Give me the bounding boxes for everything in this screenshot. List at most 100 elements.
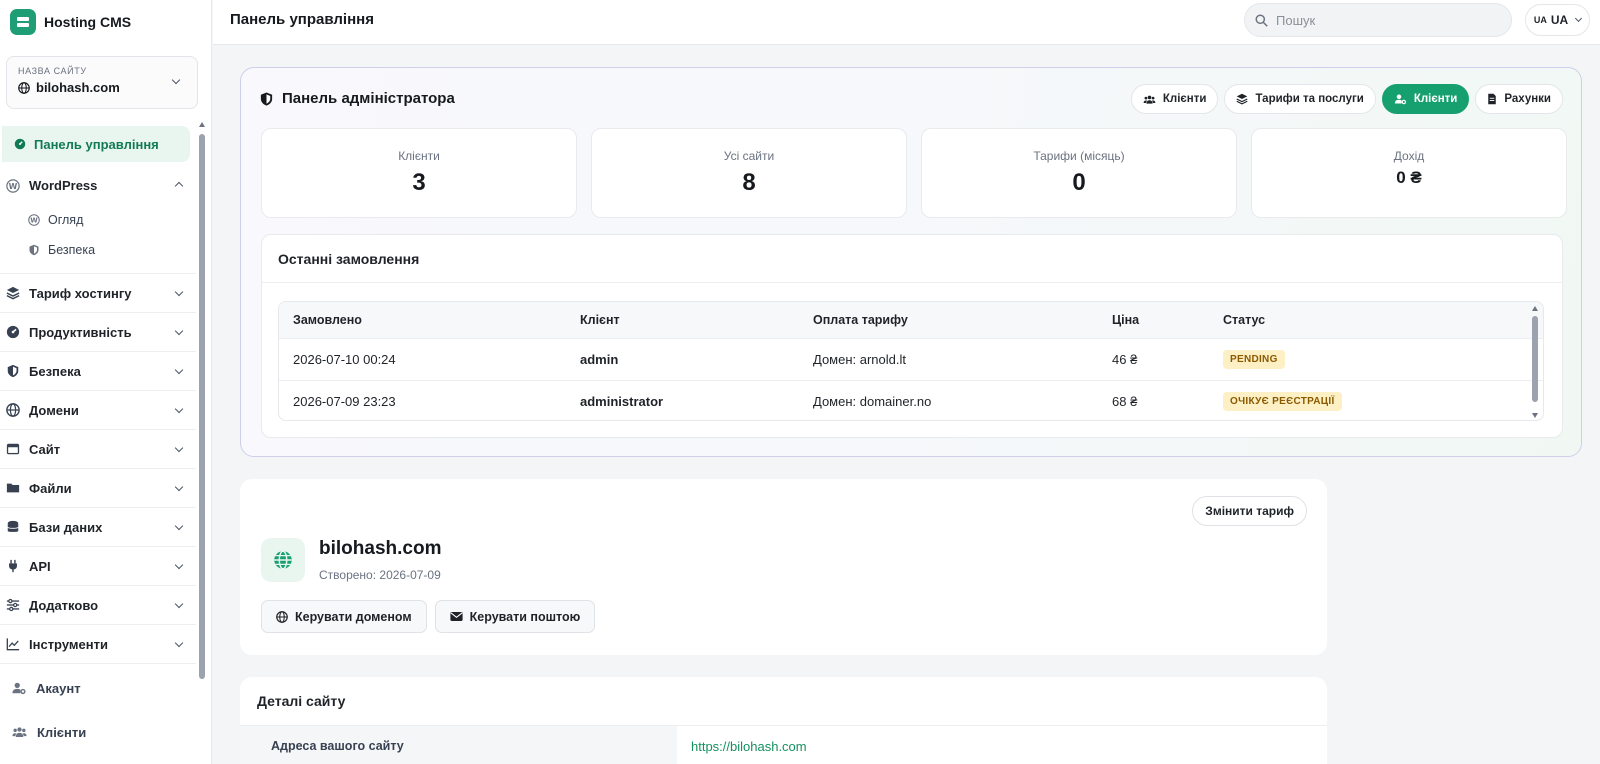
globe-icon xyxy=(18,81,30,94)
manage-domain-label: Керувати доменом xyxy=(295,609,412,624)
sidebar-item-label: Додатково xyxy=(29,597,99,613)
language-switcher[interactable]: UA UA xyxy=(1525,4,1590,36)
stat-value: 0 xyxy=(1072,169,1086,196)
order-date: 2026-07-10 00:24 xyxy=(293,352,396,367)
sidebar-item-clients[interactable]: Клієнти xyxy=(0,710,196,754)
sidebar-item-label: Інструменти xyxy=(29,636,108,652)
site-details-title: Деталі сайту xyxy=(257,693,346,709)
manage-mail-label: Керувати поштою xyxy=(469,609,581,624)
column-header[interactable]: Оплата тарифу xyxy=(813,302,908,338)
column-header[interactable]: Ціна xyxy=(1112,302,1139,338)
sidebar-item-label: Бази даних xyxy=(29,519,103,535)
sidebar-item-security[interactable]: Безпека xyxy=(0,352,196,391)
status-badge: PENDING xyxy=(1223,350,1285,369)
orders-scrollbar[interactable] xyxy=(1531,306,1539,418)
shield-icon xyxy=(29,244,39,256)
sidebar-item-account[interactable]: Акаунт xyxy=(0,666,196,710)
order-plan: Домен: arnold.lt xyxy=(813,352,906,367)
sidebar-scroll-thumb[interactable] xyxy=(199,134,205,679)
sidebar-item-label: Акаунт xyxy=(36,680,81,696)
site-url-link[interactable]: https://bilohash.com xyxy=(691,726,807,764)
sidebar-item-hosting-plan[interactable]: Тариф хостингу xyxy=(0,274,196,313)
admin-panel: Панель адміністратора Клієнти Тарифи та … xyxy=(240,67,1582,457)
manage-mail-button[interactable]: Керувати поштою xyxy=(434,600,596,633)
manage-domain-button[interactable]: Керувати доменом xyxy=(261,600,427,633)
sidebar-item-label: Безпека xyxy=(29,363,81,379)
table-row[interactable]: 2026-07-09 23:23 administrator Домен: do… xyxy=(279,381,1543,420)
sidebar-item-label: WordPress xyxy=(29,178,98,193)
invoice-icon xyxy=(1488,93,1497,105)
brand[interactable]: Hosting CMS xyxy=(0,0,211,44)
admin-panel-title-text: Панель адміністратора xyxy=(282,90,455,107)
sidebar-item-additional[interactable]: Додатково xyxy=(0,586,196,625)
chevron-up-icon xyxy=(174,181,184,191)
shield-icon xyxy=(260,91,273,106)
sidebar-item-files[interactable]: Файли xyxy=(0,469,196,508)
scroll-up-arrow-icon[interactable] xyxy=(199,122,205,127)
plug-icon xyxy=(9,559,17,573)
search-input[interactable] xyxy=(1276,12,1496,28)
stat-value: 8 xyxy=(742,169,756,196)
column-header[interactable]: Замовлено xyxy=(293,302,362,338)
sidebar-item-api[interactable]: API xyxy=(0,547,196,586)
topbar: Панель управління UA UA xyxy=(213,0,1600,45)
scroll-down-arrow-icon[interactable] xyxy=(1532,413,1538,418)
site-selector-label: НАЗВА САЙТУ xyxy=(18,66,87,76)
sidebar-subitem-label: Безпека xyxy=(48,243,96,257)
sidebar-item-tools[interactable]: Інструменти xyxy=(0,625,196,664)
invoices-button[interactable]: Рахунки xyxy=(1475,84,1563,114)
clients-active-button[interactable]: Клієнти xyxy=(1381,84,1470,114)
globe-icon xyxy=(6,403,20,417)
invoices-button-label: Рахунки xyxy=(1504,93,1551,105)
recent-orders-card: Останні замовлення Замовлено Клієнт Опла… xyxy=(261,234,1563,438)
details-key: Адреса вашого сайту xyxy=(240,726,677,764)
column-header[interactable]: Клієнт xyxy=(580,302,620,338)
chevron-down-icon xyxy=(174,482,184,492)
plans-services-button[interactable]: Тарифи та послуги xyxy=(1224,84,1376,114)
clients-button[interactable]: Клієнти xyxy=(1130,84,1219,114)
sidebar-item-databases[interactable]: Бази даних xyxy=(0,508,196,547)
sidebar-item-label: Сайт xyxy=(29,441,61,457)
language-label: UA xyxy=(1550,13,1569,27)
site-selector[interactable]: НАЗВА САЙТУ bilohash.com xyxy=(6,56,198,109)
sidebar-item-site[interactable]: Сайт xyxy=(0,430,196,469)
order-client: administrator xyxy=(580,394,664,409)
search-box[interactable] xyxy=(1244,3,1512,37)
clients-button-label: Клієнти xyxy=(1162,93,1207,105)
sidebar-subitem-overview[interactable]: W Огляд xyxy=(0,205,196,235)
svg-text:W: W xyxy=(30,217,38,225)
stat-card-clients: Клієнти 3 xyxy=(261,128,577,218)
language-flag-icon: UA xyxy=(1533,15,1547,25)
sidebar-item-dashboard[interactable]: Панель управління xyxy=(2,126,190,162)
gauge-icon xyxy=(6,325,20,339)
sidebar-subitem-security[interactable]: Безпека xyxy=(0,235,196,265)
order-plan: Домен: domainer.no xyxy=(813,394,932,409)
svg-text:W: W xyxy=(9,182,18,191)
chevron-down-icon xyxy=(174,599,184,609)
sidebar-item-domains[interactable]: Домени xyxy=(0,391,196,430)
change-plan-button[interactable]: Змінити тариф xyxy=(1192,496,1307,526)
sliders-icon xyxy=(6,598,20,612)
server-icon xyxy=(10,9,36,35)
stat-label: Тарифи (місяць) xyxy=(1033,149,1125,163)
sidebar-item-label: Панель управління xyxy=(34,136,159,152)
shield-icon xyxy=(7,364,19,378)
chevron-down-icon xyxy=(174,326,184,336)
status-badge: ОЧІКУЄ РЕЄСТРАЦІЇ xyxy=(1223,392,1342,411)
column-header[interactable]: Статус xyxy=(1223,302,1265,338)
recent-orders-title: Останні замовлення xyxy=(262,235,1562,283)
table-row[interactable]: 2026-07-10 00:24 admin Домен: arnold.lt … xyxy=(279,339,1543,381)
site-created-date: Створено: 2026-07-09 xyxy=(319,568,441,582)
globe-icon xyxy=(276,610,288,623)
sidebar-item-wordpress[interactable]: W WordPress xyxy=(0,166,196,205)
users-icon xyxy=(12,727,27,737)
chevron-down-icon xyxy=(174,443,184,453)
orders-table: Замовлено Клієнт Оплата тарифу Ціна Стат… xyxy=(278,301,1544,421)
sidebar-item-performance[interactable]: Продуктивність xyxy=(0,313,196,352)
user-gear-icon xyxy=(12,682,26,695)
order-price: 46 ₴ xyxy=(1112,352,1138,367)
orders-scroll-thumb[interactable] xyxy=(1532,316,1538,402)
scroll-up-arrow-icon[interactable] xyxy=(1532,306,1538,311)
sidebar-item-label: Тариф хостингу xyxy=(29,285,132,301)
order-client: admin xyxy=(580,352,619,367)
